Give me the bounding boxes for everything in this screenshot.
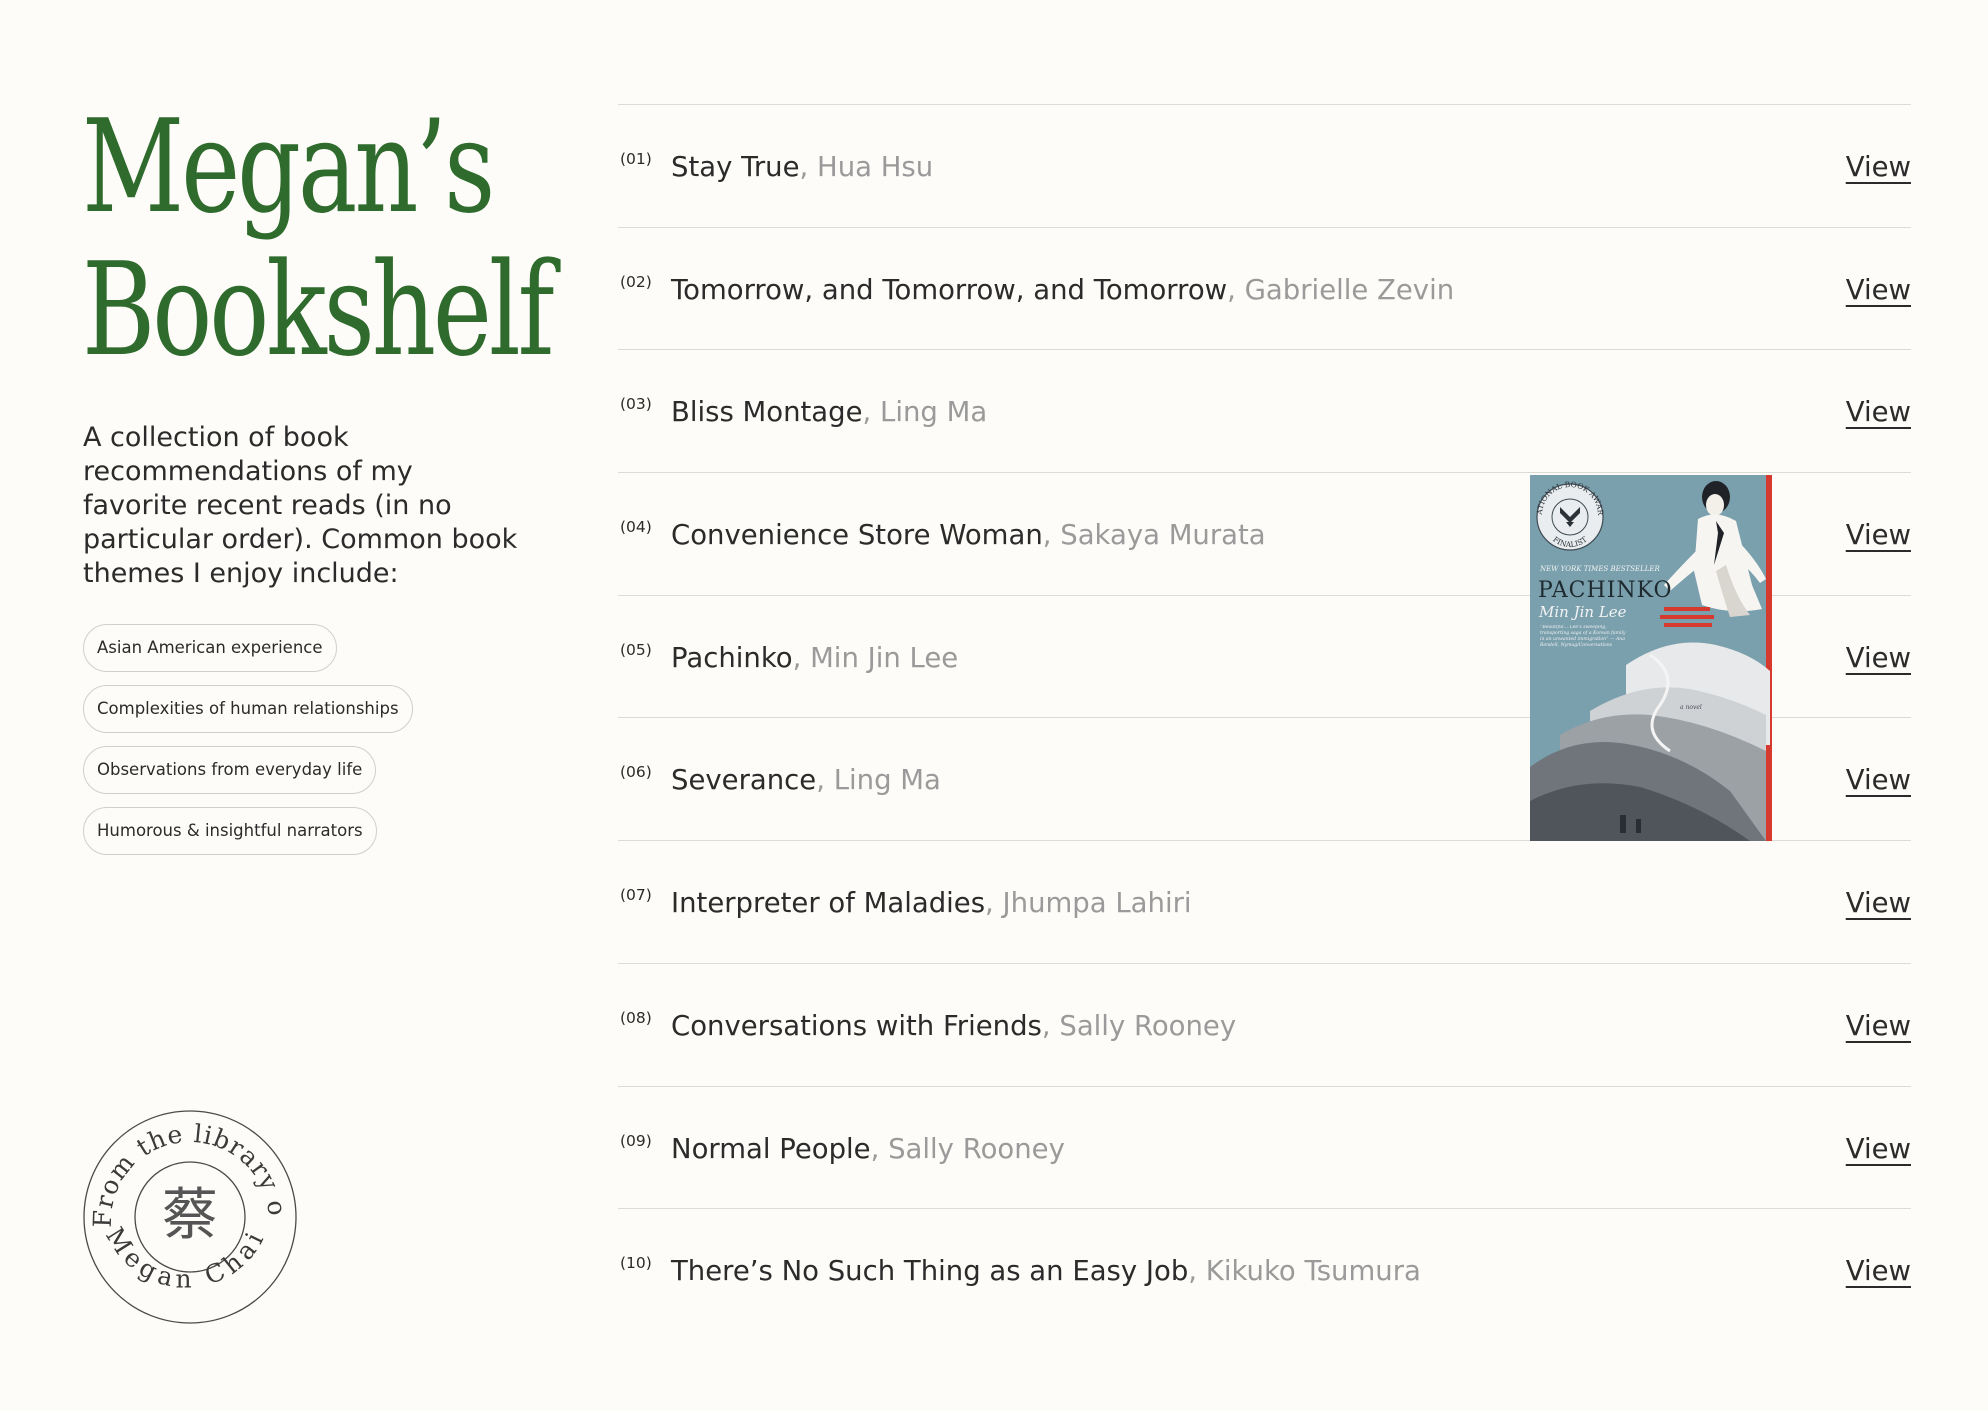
book-entry: Stay True, Hua Hsu xyxy=(671,150,933,184)
book-number: (05) xyxy=(620,640,652,659)
theme-pill: Asian American experience xyxy=(83,624,337,672)
book-number: (09) xyxy=(620,1131,652,1150)
view-link[interactable]: View xyxy=(1846,150,1911,184)
book-title: Severance xyxy=(671,764,817,797)
view-link[interactable]: View xyxy=(1846,1009,1911,1043)
cover-blurb-box: “Beautiful… Lee's sweeping, transporting… xyxy=(1540,625,1626,648)
book-author: Kikuko Tsumura xyxy=(1205,1255,1421,1288)
book-row: (08) Conversations with Friends, Sally R… xyxy=(618,964,1911,1087)
book-row: (03) Bliss Montage, Ling Ma View xyxy=(618,350,1911,474)
library-stamp: From the library of Megan Chai 蔡 xyxy=(82,1109,297,1324)
book-author: Gabrielle Zevin xyxy=(1244,273,1455,306)
book-author-separator: , xyxy=(1227,273,1245,306)
book-row: (07) Interpreter of Maladies, Jhumpa Lah… xyxy=(618,841,1911,964)
view-link[interactable]: View xyxy=(1846,763,1911,797)
book-row: (02) Tomorrow, and Tomorrow, and Tomorro… xyxy=(618,228,1911,351)
view-link[interactable]: View xyxy=(1846,641,1911,675)
book-author: Hua Hsu xyxy=(817,151,934,183)
book-entry: Bliss Montage, Ling Ma xyxy=(671,395,987,429)
book-author-separator: , xyxy=(799,151,818,183)
book-author: Min Jin Lee xyxy=(810,641,959,674)
book-entry: Severance, Ling Ma xyxy=(671,763,941,797)
book-row: (09) Normal People, Sally Rooney View xyxy=(618,1087,1911,1210)
cover-sun xyxy=(1660,607,1714,627)
bookshelf-page: Megan’s Bookshelf A collection of book r… xyxy=(0,0,1988,1410)
cover-spine-edge xyxy=(1766,475,1772,841)
book-author: Ling Ma xyxy=(833,764,941,797)
title-line-2: Bookshelf xyxy=(82,236,555,385)
book-title: There’s No Such Thing as an Easy Job xyxy=(671,1255,1189,1288)
view-link[interactable]: View xyxy=(1846,886,1911,920)
page-title: Megan’s Bookshelf xyxy=(82,93,555,385)
view-link[interactable]: View xyxy=(1846,1132,1911,1166)
book-number: (03) xyxy=(620,395,652,414)
book-entry: Convenience Store Woman, Sakaya Murata xyxy=(671,518,1266,552)
book-author: Sally Rooney xyxy=(888,1132,1065,1165)
book-author: Jhumpa Lahiri xyxy=(1002,887,1192,920)
book-number: (02) xyxy=(620,272,652,291)
book-number: (10) xyxy=(620,1254,652,1273)
stamp-character: 蔡 xyxy=(162,1183,218,1248)
book-author-separator: , xyxy=(792,641,811,674)
book-author-separator: , xyxy=(816,764,834,797)
book-title: Conversations with Friends xyxy=(671,1009,1042,1042)
book-title: Convenience Store Woman xyxy=(671,519,1043,552)
theme-pill: Observations from everyday life xyxy=(83,746,377,794)
book-row: (10) There’s No Such Thing as an Easy Jo… xyxy=(618,1209,1911,1332)
book-author-separator: , xyxy=(870,1132,889,1165)
title-line-1: Megan’s xyxy=(82,93,495,242)
book-title: Tomorrow, and Tomorrow, and Tomorrow xyxy=(671,273,1228,306)
book-title: Pachinko xyxy=(671,641,793,674)
book-entry: Pachinko, Min Jin Lee xyxy=(671,641,958,675)
book-title: Interpreter of Maladies xyxy=(671,887,986,920)
cover-author: Min Jin Lee xyxy=(1538,603,1627,621)
book-author: Sally Rooney xyxy=(1059,1009,1237,1042)
book-author-separator: , xyxy=(1042,519,1061,552)
view-link[interactable]: View xyxy=(1846,1254,1911,1288)
book-title: Stay True xyxy=(671,151,800,183)
book-author-separator: , xyxy=(1188,1255,1206,1288)
theme-pill: Complexities of human relationships xyxy=(83,685,413,733)
book-row: (01) Stay True, Hua Hsu View xyxy=(618,105,1911,228)
book-number: (01) xyxy=(620,150,652,168)
book-author-separator: , xyxy=(985,887,1003,920)
cover-title: PACHINKO xyxy=(1538,578,1673,603)
book-author-separator: , xyxy=(862,396,881,429)
book-entry: Conversations with Friends, Sally Rooney xyxy=(671,1009,1236,1043)
view-link[interactable]: View xyxy=(1846,518,1911,552)
book-entry: There’s No Such Thing as an Easy Job, Ki… xyxy=(671,1254,1421,1288)
book-number: (07) xyxy=(620,886,652,905)
cover-bestseller: NEW YORK TIMES BESTSELLER xyxy=(1539,565,1661,573)
book-entry: Normal People, Sally Rooney xyxy=(671,1132,1065,1166)
book-author: Ling Ma xyxy=(880,396,988,429)
view-link[interactable]: View xyxy=(1846,395,1911,429)
theme-list: Asian American experience Complexities o… xyxy=(83,624,413,855)
book-author-separator: , xyxy=(1041,1009,1060,1042)
book-title: Bliss Montage xyxy=(671,396,863,429)
book-entry: Interpreter of Maladies, Jhumpa Lahiri xyxy=(671,886,1192,920)
book-number: (06) xyxy=(620,763,652,782)
book-number: (08) xyxy=(620,1008,652,1027)
view-link[interactable]: View xyxy=(1846,273,1911,307)
book-title: Normal People xyxy=(671,1132,871,1165)
theme-pill: Humorous & insightful narrators xyxy=(83,807,377,855)
book-cover-preview: NATIONAL BOOK AWARD FINALIST xyxy=(1530,475,1772,841)
book-author: Sakaya Murata xyxy=(1060,519,1266,552)
cover-tag: a novel xyxy=(1680,704,1702,711)
intro-paragraph: A collection of book recommendations of … xyxy=(83,422,518,589)
book-entry: Tomorrow, and Tomorrow, and Tomorrow, Ga… xyxy=(671,273,1454,307)
cover-blurb: “Beautiful… Lee's sweeping, transporting… xyxy=(1540,625,1626,648)
book-number: (04) xyxy=(620,518,652,537)
